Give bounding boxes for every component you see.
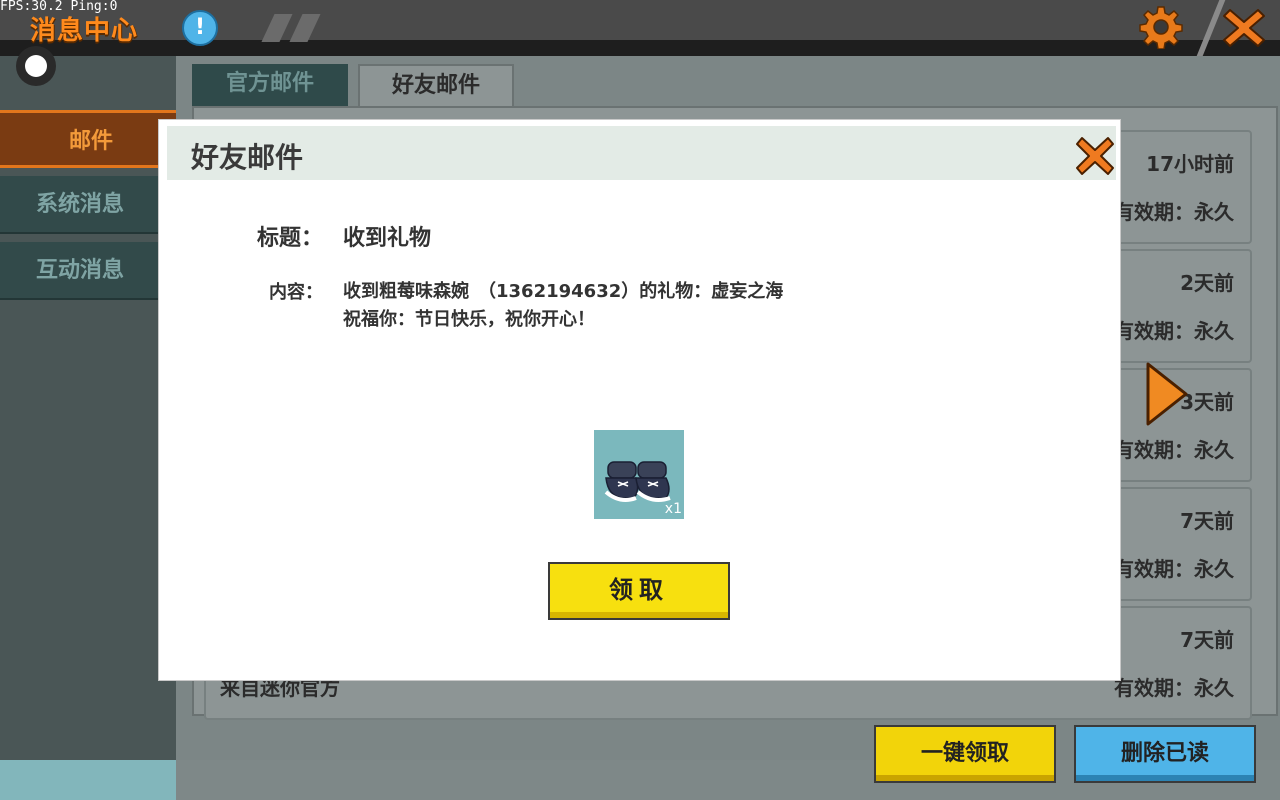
mail-validity: 有效期：永久: [1114, 319, 1234, 343]
content-line: 祝福你：节日快乐，祝你开心！: [343, 309, 595, 330]
dialog-header: 好友邮件: [167, 126, 1116, 180]
mail-time: 2天前: [1180, 271, 1234, 295]
mail-time: 7天前: [1180, 509, 1234, 533]
alert-icon[interactable]: !: [182, 10, 218, 46]
close-icon[interactable]: [1075, 134, 1115, 178]
sidebar-item-mail[interactable]: 邮件: [0, 110, 182, 168]
arrow-right-icon[interactable]: [1144, 360, 1190, 428]
claim-all-button[interactable]: 一键领取: [874, 725, 1056, 783]
sidebar: 邮件 系统消息 互动消息: [0, 56, 182, 760]
mail-content: 收到粗莓味森婉 （1362194632）的礼物：虚妄之海 祝福你：节日快乐，祝你…: [343, 278, 783, 334]
gift-quantity: x1: [664, 501, 682, 517]
mail-time: 7天前: [1180, 628, 1234, 652]
mail-validity: 有效期：永久: [1114, 200, 1234, 224]
mail-validity: 有效期：永久: [1114, 557, 1234, 581]
close-icon[interactable]: [1222, 6, 1266, 50]
mail-time: 17小时前: [1146, 152, 1234, 176]
content-label: 内容：: [269, 282, 323, 303]
mail-subject: 收到礼物: [343, 226, 432, 251]
floating-ball[interactable]: [16, 46, 56, 86]
title-label: 标题：: [256, 226, 323, 251]
content-line: 收到粗莓味森婉 （1362194632）的礼物：虚妄之海: [343, 281, 784, 302]
delete-read-button[interactable]: 删除已读: [1074, 725, 1256, 783]
gear-icon[interactable]: [1139, 5, 1183, 49]
bottom-strip: [0, 760, 176, 800]
dialog-title: 好友邮件: [191, 141, 304, 174]
page-title: 消息中心: [30, 16, 139, 46]
gift-item[interactable]: x1: [594, 430, 684, 519]
mail-validity: 有效期：永久: [1114, 676, 1234, 700]
sidebar-item-system[interactable]: 系统消息: [0, 176, 160, 234]
sidebar-item-interaction[interactable]: 互动消息: [0, 242, 160, 300]
mail-detail-dialog: 好友邮件 标题： 收到礼物 内容： 收到粗莓味森婉 （1362194632）的礼…: [159, 120, 1120, 680]
tab-official-mail[interactable]: 官方邮件: [192, 64, 348, 106]
mail-validity: 有效期：永久: [1114, 438, 1234, 462]
fps-readout: FPS:30.2 Ping:0: [0, 0, 118, 14]
claim-button[interactable]: 领取: [548, 562, 730, 620]
